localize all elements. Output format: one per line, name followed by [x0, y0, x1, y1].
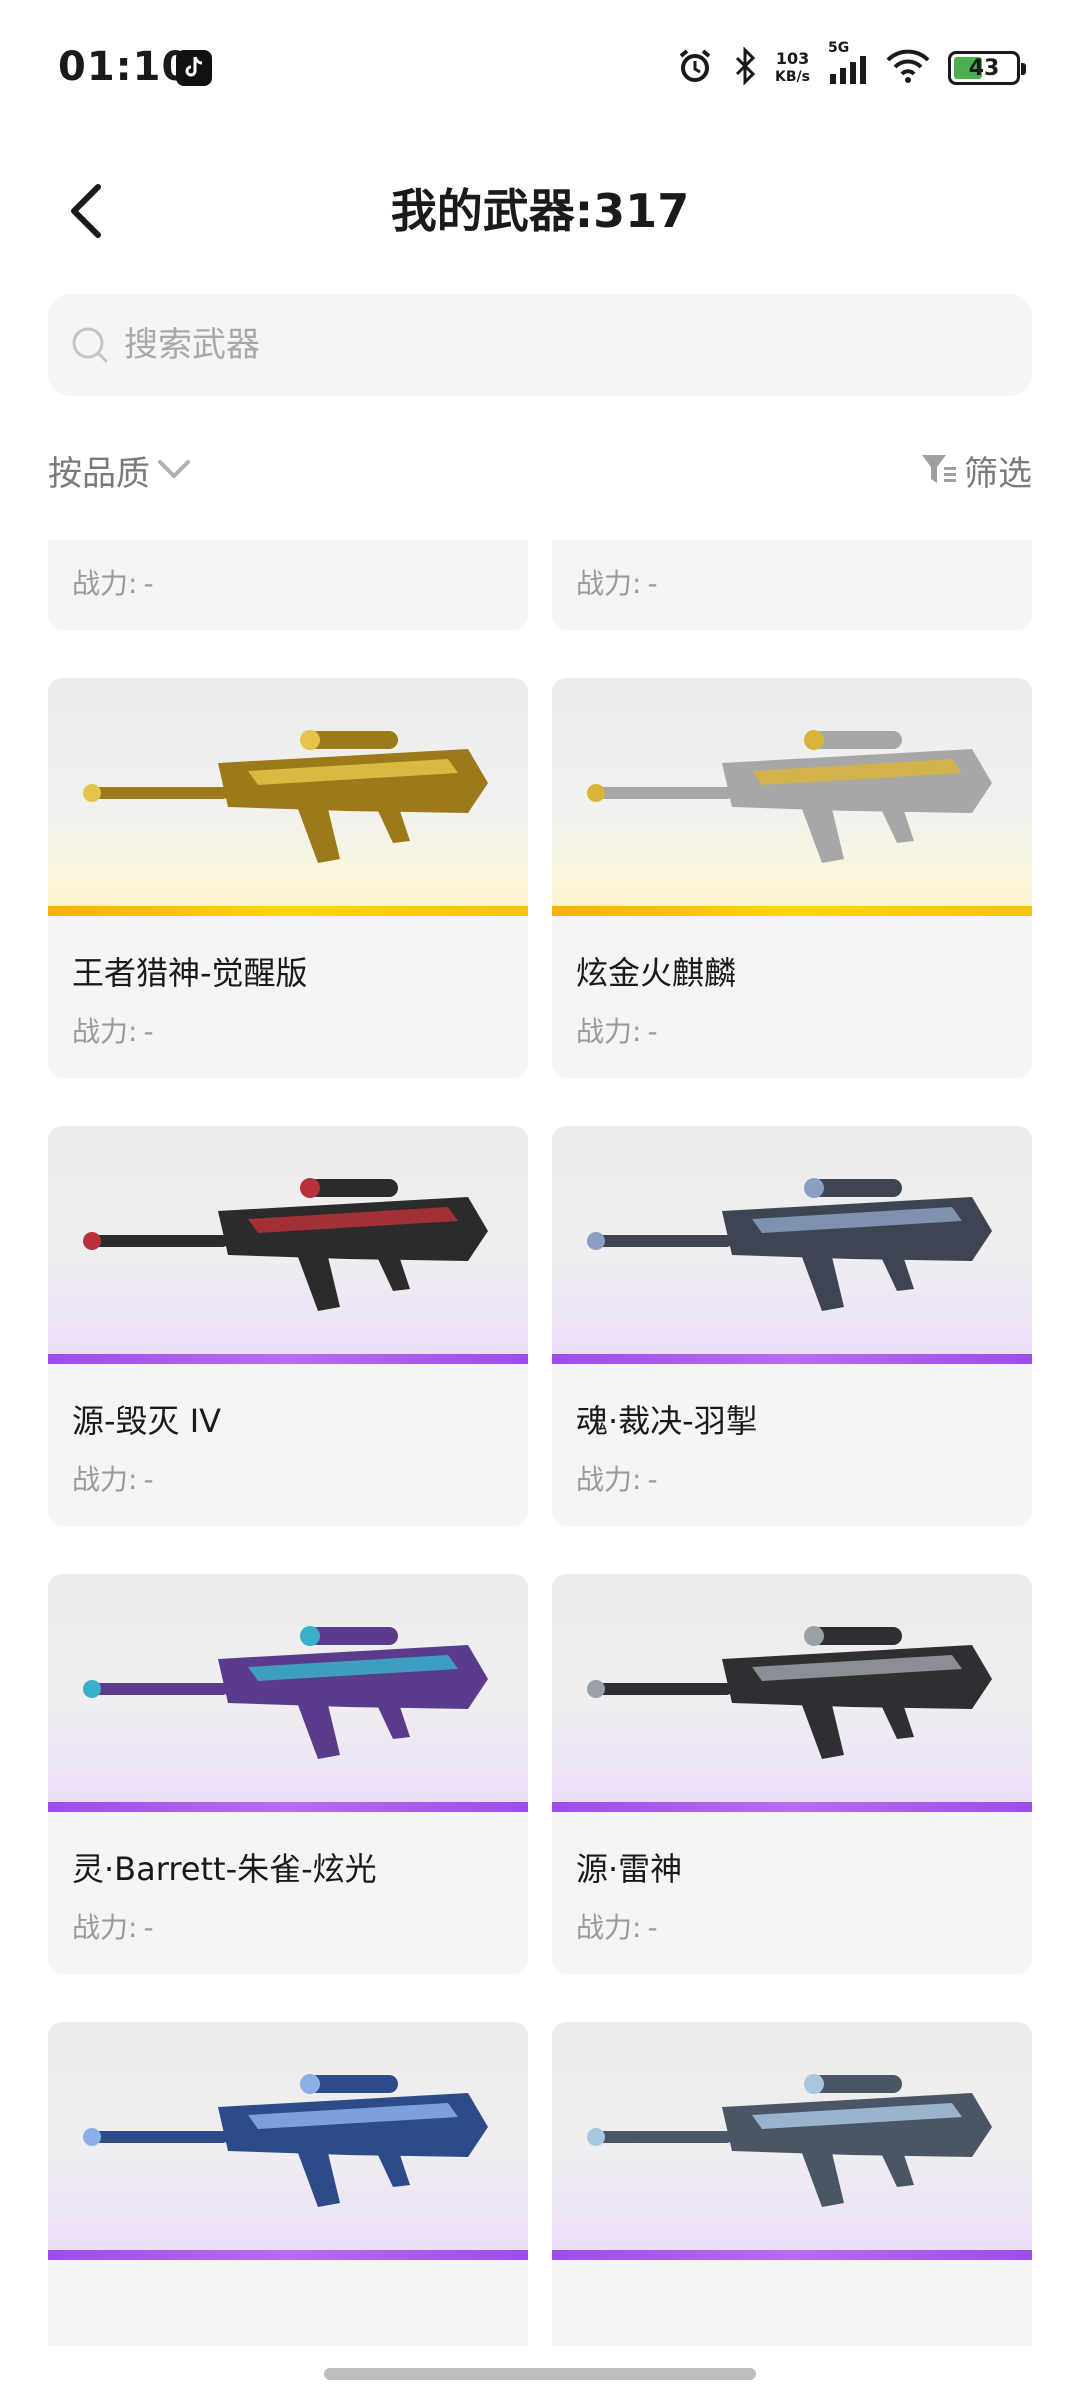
weapon-name: 源-毁灭 IV	[72, 1402, 222, 1440]
signal-icon: 5G	[828, 40, 868, 90]
alarm-icon	[675, 46, 715, 90]
filter-label: 筛选	[964, 453, 1032, 494]
weapon-grid: 黑武士-锦绣游龙战力:-王者凤吟战力:-王者猎神-觉醒版战力:-炫金火麒麟战力:…	[48, 540, 1032, 2346]
weapon-image-frame	[552, 1126, 1032, 1364]
net-speed-unit: KB/s	[775, 69, 810, 85]
power-label: 战力:	[576, 567, 642, 600]
weapon-card[interactable]: 炫金火麒麟战力: -	[552, 678, 1032, 1078]
rarity-bar	[552, 2250, 1032, 2260]
network-type: 5G	[828, 40, 850, 56]
weapon-image	[587, 2074, 992, 2207]
weapon-name: 王者猎神-觉醒版	[72, 954, 308, 992]
rarity-bar	[552, 1802, 1032, 1812]
weapon-name: 魂·裁决-羽掣	[576, 1402, 758, 1440]
weapon-image	[83, 730, 488, 863]
power-label: 战力:	[576, 1911, 642, 1944]
rarity-bar	[48, 2250, 528, 2260]
battery-icon: 43	[948, 51, 1026, 85]
weapon-name: 炫金火麒麟	[576, 954, 737, 992]
power-label: 战力:	[576, 1015, 642, 1048]
power-value: -	[647, 1911, 658, 1944]
bluetooth-icon	[733, 46, 757, 90]
weapon-power: 战力: -	[576, 1906, 658, 1946]
weapon-power: 战力: -	[72, 562, 154, 602]
weapon-card[interactable]	[552, 2022, 1032, 2346]
power-value: -	[143, 1015, 154, 1048]
search-icon	[72, 327, 108, 363]
battery-level: 43	[968, 55, 1000, 81]
net-speed: 103 KB/s	[775, 50, 810, 86]
weapon-card[interactable]	[48, 2022, 528, 2346]
rarity-bar	[552, 906, 1032, 916]
page-title: 我的武器:317	[390, 184, 690, 238]
power-label: 战力:	[72, 1015, 138, 1048]
wifi-icon	[886, 48, 930, 88]
power-value: -	[647, 1463, 658, 1496]
weapon-list[interactable]: 黑武士-锦绣游龙战力:-王者凤吟战力:-王者猎神-觉醒版战力:-炫金火麒麟战力:…	[0, 540, 1080, 2346]
power-label: 战力:	[72, 567, 138, 600]
weapon-image	[83, 1626, 488, 1759]
power-label: 战力:	[576, 1463, 642, 1496]
rarity-bar	[48, 1354, 528, 1364]
weapon-name: 王者凤吟	[576, 540, 704, 546]
weapon-image-frame	[48, 2022, 528, 2260]
weapon-image-frame	[48, 678, 528, 916]
rarity-bar	[48, 906, 528, 916]
weapon-power: 战力: -	[72, 1010, 154, 1050]
search-bar[interactable]	[48, 294, 1032, 396]
chevron-down-icon	[158, 460, 190, 478]
rarity-bar	[552, 1354, 1032, 1364]
weapon-image	[587, 1178, 992, 1311]
weapon-image	[83, 1178, 488, 1311]
weapon-image	[83, 2074, 488, 2207]
rarity-bar	[48, 1802, 528, 1812]
sort-dropdown[interactable]: 按品质	[48, 442, 192, 498]
power-value: -	[647, 1015, 658, 1048]
power-value: -	[143, 1463, 154, 1496]
weapon-image-frame	[552, 1574, 1032, 1812]
weapon-card[interactable]: 灵·Barrett-朱雀-炫光 战力: -	[48, 1574, 528, 1974]
net-speed-value: 103	[775, 49, 810, 68]
filter-button[interactable]: 筛选	[920, 442, 1032, 498]
weapon-card[interactable]: 王者凤吟战力:-	[552, 540, 1032, 630]
weapon-image-frame	[48, 1126, 528, 1364]
weapon-name: 黑武士-锦绣游龙	[72, 540, 308, 546]
weapon-power: 战力: -	[576, 562, 658, 602]
home-indicator[interactable]	[324, 2368, 756, 2380]
power-label: 战力:	[72, 1463, 138, 1496]
weapon-power: 战力: -	[576, 1010, 658, 1050]
power-label: 战力:	[72, 1911, 138, 1944]
weapon-image	[587, 730, 992, 863]
weapon-card[interactable]: 源·雷神战力: -	[552, 1574, 1032, 1974]
chevron-left-icon	[71, 184, 101, 238]
weapon-image	[587, 1626, 992, 1759]
weapon-image-frame	[552, 2022, 1032, 2260]
sort-label: 按品质	[48, 453, 150, 494]
weapon-card[interactable]: 黑武士-锦绣游龙战力:-	[48, 540, 528, 630]
weapon-name: 灵·Barrett-朱雀-炫光	[72, 1850, 377, 1888]
back-button[interactable]	[56, 176, 116, 246]
power-value: -	[647, 567, 658, 600]
weapon-power: 战力: -	[72, 1458, 154, 1498]
status-icons: 103 KB/s 5G 43	[675, 40, 1026, 90]
weapon-card[interactable]: 源-毁灭 IV 战力: -	[48, 1126, 528, 1526]
weapon-name: 源·雷神	[576, 1850, 683, 1888]
weapon-power: 战力: -	[72, 1906, 154, 1946]
power-value: -	[143, 567, 154, 600]
tiktok-icon	[176, 50, 212, 86]
power-value: -	[143, 1911, 154, 1944]
filter-icon	[922, 455, 956, 483]
status-time: 01:10	[58, 44, 191, 90]
weapon-image-frame	[552, 678, 1032, 916]
search-input[interactable]	[124, 325, 984, 365]
weapon-power: 战力: -	[576, 1458, 658, 1498]
weapon-image-frame	[48, 1574, 528, 1812]
status-bar: 01:10 103 KB/s 5G 43	[0, 0, 1080, 140]
weapon-card[interactable]: 魂·裁决-羽掣 战力: -	[552, 1126, 1032, 1526]
weapon-card[interactable]: 王者猎神-觉醒版 战力: -	[48, 678, 528, 1078]
